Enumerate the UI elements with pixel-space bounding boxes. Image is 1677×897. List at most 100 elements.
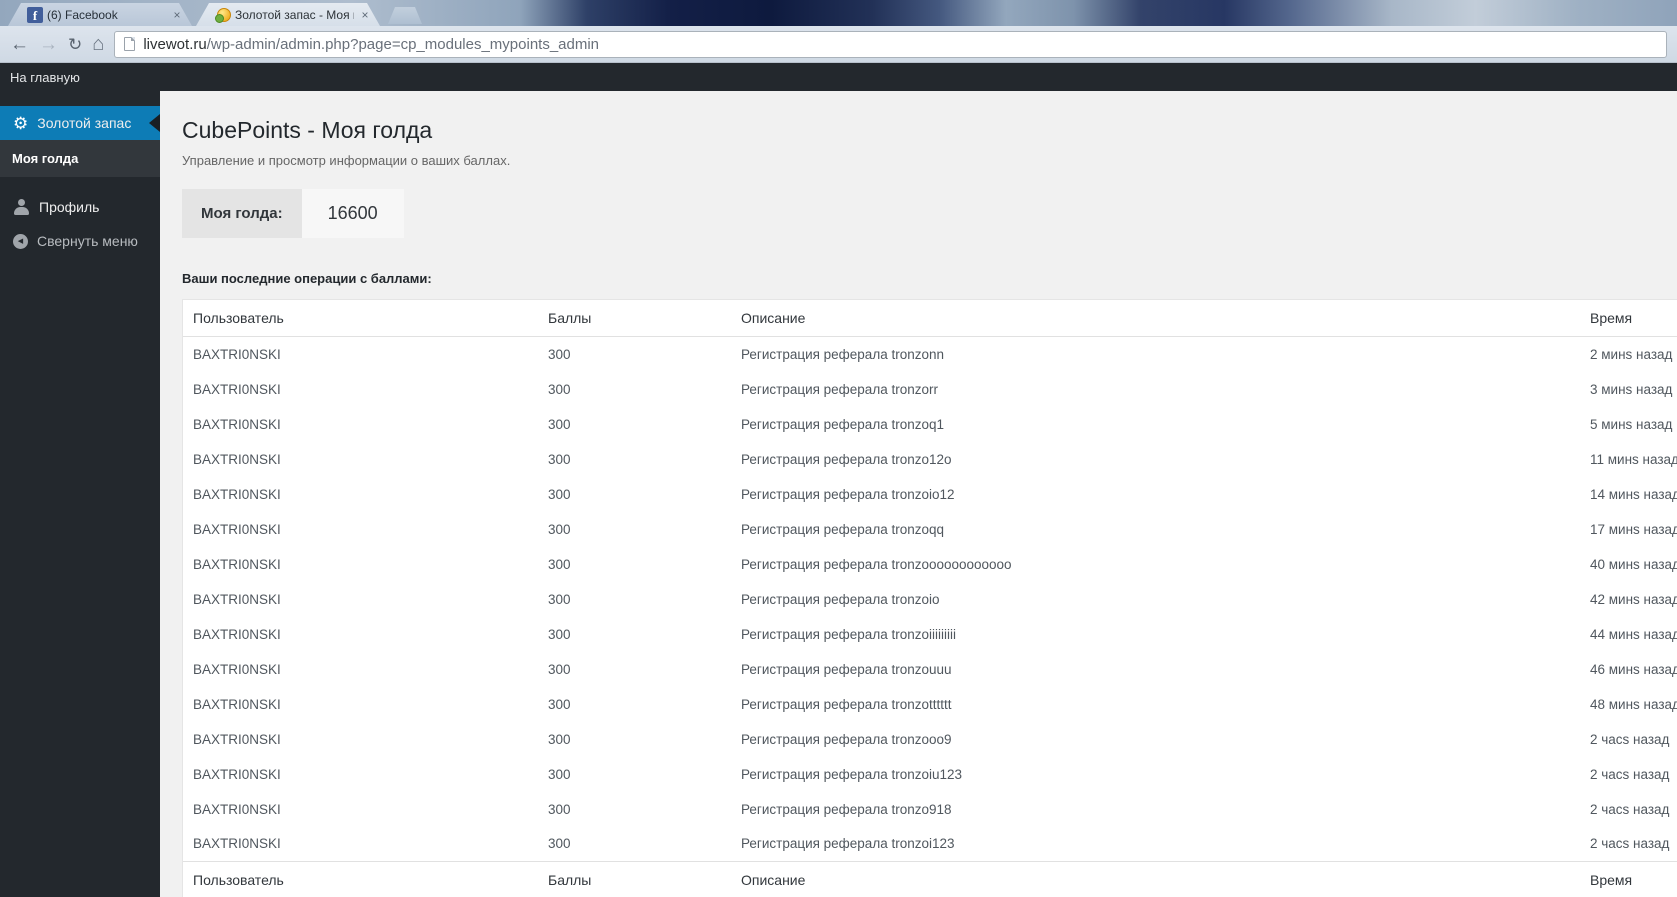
cell-time: 46 минs назад: [1590, 661, 1677, 677]
table-row: BAXTRI0NSKI 300 Регистрация реферала tro…: [183, 827, 1677, 862]
gear-icon: ⚙: [13, 113, 29, 133]
table-row: BAXTRI0NSKI 300 Регистрация реферала tro…: [183, 512, 1677, 547]
main-content: CubePoints - Моя голда Управление и прос…: [160, 91, 1677, 897]
browser-toolbar: ← → ↻ ⌂ livewot.ru/wp-admin/admin.php?pa…: [0, 26, 1677, 63]
cell-description: Регистрация реферала tronzouuu: [741, 661, 952, 677]
cell-user: BAXTRI0NSKI: [193, 696, 281, 712]
table-row: BAXTRI0NSKI 300 Регистрация реферала tro…: [183, 652, 1677, 687]
cell-time: 5 минs назад: [1590, 416, 1673, 432]
cell-description: Регистрация реферала tronzo12o: [741, 451, 952, 467]
cell-time: 44 минs назад: [1590, 626, 1677, 642]
points-table-body: BAXTRI0NSKI 300 Регистрация реферала tro…: [183, 337, 1677, 862]
cell-time: 2 минs назад: [1590, 346, 1673, 362]
sidebar-item-label: Моя голда: [12, 151, 79, 166]
sidebar-item-my-gold[interactable]: Моя голда: [0, 142, 160, 175]
cell-time: 14 минs назад: [1590, 486, 1677, 502]
transactions-table: Пользователь Баллы Описание Время BAXTRI…: [182, 299, 1677, 897]
cell-user: BAXTRI0NSKI: [193, 661, 281, 677]
cell-user: BAXTRI0NSKI: [193, 381, 281, 397]
table-row: BAXTRI0NSKI 300 Регистрация реферала tro…: [183, 792, 1677, 827]
cell-time: 17 минs назад: [1590, 521, 1677, 537]
wp-admin-bar: На главную: [0, 63, 1677, 91]
table-header-row: Пользователь Баллы Описание Время: [183, 300, 1677, 337]
tab-close-icon[interactable]: ×: [170, 8, 184, 22]
cell-user: BAXTRI0NSKI: [193, 836, 281, 852]
cell-description: Регистрация реферала tronzoio12: [741, 486, 955, 502]
forward-icon: →: [39, 33, 58, 55]
collapse-menu-icon: ◀: [13, 233, 28, 249]
cell-user: BAXTRI0NSKI: [193, 521, 281, 537]
page-icon: [124, 37, 136, 51]
cell-description: Регистрация реферала tronzoi123: [741, 836, 955, 852]
table-row: BAXTRI0NSKI 300 Регистрация реферала tro…: [183, 582, 1677, 617]
cell-description: Регистрация реферала tronzoiu123: [741, 766, 963, 782]
sidebar-item-label: Свернуть меню: [37, 233, 138, 249]
tab-title: Золотой запас - Моя гол,: [235, 7, 350, 22]
cell-description: Регистрация реферала tronzoio: [741, 591, 940, 607]
cell-time: 2 часs назад: [1590, 836, 1670, 852]
cell-points: 300: [548, 521, 571, 537]
cell-description: Регистрация реферала tronzooo9: [741, 731, 952, 747]
sidebar-item-profile[interactable]: Профиль: [0, 190, 160, 224]
cell-description: Регистрация реферала tronzorr: [741, 381, 938, 397]
tab-close-icon[interactable]: ×: [358, 8, 372, 22]
address-bar[interactable]: livewot.ru/wp-admin/admin.php?page=cp_mo…: [114, 30, 1667, 58]
cell-time: 40 минs назад: [1590, 556, 1677, 572]
table-row: BAXTRI0NSKI 300 Регистрация реферала tro…: [183, 372, 1677, 407]
sidebar-item-label: Профиль: [39, 199, 100, 215]
cell-description: Регистрация реферала tronzotttttt: [741, 696, 952, 712]
cell-user: BAXTRI0NSKI: [193, 486, 281, 502]
sidebar-item-gold-reserve[interactable]: ⚙ Золотой запас: [0, 106, 160, 140]
url-path: /wp-admin/admin.php?page=cp_modules_mypo…: [206, 35, 600, 53]
sidebar-submenu: Моя голда: [0, 140, 160, 177]
cell-user: BAXTRI0NSKI: [193, 626, 281, 642]
home-icon[interactable]: ⌂: [92, 34, 104, 54]
cell-points: 300: [548, 556, 571, 572]
admin-bar-home-link[interactable]: На главную: [10, 70, 80, 85]
column-header-time: Время: [1580, 300, 1677, 337]
points-label: Моя голда:: [182, 189, 302, 238]
sidebar-item-collapse-menu[interactable]: ◀ Свернуть меню: [0, 224, 160, 258]
cell-time: 42 минs назад: [1590, 591, 1677, 607]
tab-cubepoints[interactable]: Золотой запас - Моя гол, ×: [196, 3, 380, 26]
cubepoints-favicon: [215, 7, 231, 23]
cell-time: 48 минs назад: [1590, 696, 1677, 712]
tab-title: (6) Facebook: [47, 7, 118, 22]
page-subtitle: Управление и просмотр информации о ваших…: [182, 153, 511, 168]
cell-points: 300: [548, 591, 571, 607]
column-header-time: Время: [1580, 861, 1677, 897]
url-text[interactable]: livewot.ru/wp-admin/admin.php?page=cp_mo…: [143, 36, 599, 53]
tab-facebook[interactable]: f (6) Facebook ×: [8, 3, 192, 26]
cell-points: 300: [548, 381, 571, 397]
cell-user: BAXTRI0NSKI: [193, 451, 281, 467]
cell-description: Регистрация реферала tronzoqq: [741, 521, 944, 537]
page-title: CubePoints - Моя голда: [182, 117, 433, 143]
table-row: BAXTRI0NSKI 300 Регистрация реферала tro…: [183, 617, 1677, 652]
column-header-description: Описание: [731, 861, 1580, 897]
points-summary-box: Моя голда: 16600: [182, 189, 404, 238]
cell-points: 300: [548, 346, 571, 362]
cell-points: 300: [548, 451, 571, 467]
wp-admin-menu: ⚙ Золотой запас Моя голда Профиль ◀ Свер…: [0, 91, 160, 897]
cell-points: 300: [548, 661, 571, 677]
points-value: 16600: [301, 189, 404, 238]
transactions-caption: Ваши последние операции с баллами:: [182, 271, 432, 286]
cell-points: 300: [548, 486, 571, 502]
cell-description: Регистрация реферала tronzoq1: [741, 416, 944, 432]
cell-user: BAXTRI0NSKI: [193, 591, 281, 607]
cell-user: BAXTRI0NSKI: [193, 416, 281, 432]
reload-icon[interactable]: ↻: [68, 36, 82, 53]
cell-time: 2 часs назад: [1590, 731, 1670, 747]
cell-points: 300: [548, 416, 571, 432]
cell-time: 3 минs назад: [1590, 381, 1673, 397]
table-row: BAXTRI0NSKI 300 Регистрация реферала tro…: [183, 477, 1677, 512]
cell-description: Регистрация реферала tronzoiiiiiiiii: [741, 626, 956, 642]
cell-user: BAXTRI0NSKI: [193, 346, 281, 362]
cell-description: Регистрация реферала tronzo918: [741, 801, 952, 817]
new-tab-button[interactable]: [388, 7, 422, 24]
column-header-points: Баллы: [538, 861, 731, 897]
cell-description: Регистрация реферала tronzonn: [741, 346, 944, 362]
back-icon[interactable]: ←: [10, 35, 29, 54]
cell-user: BAXTRI0NSKI: [193, 731, 281, 747]
sidebar-item-label: Золотой запас: [37, 115, 132, 131]
